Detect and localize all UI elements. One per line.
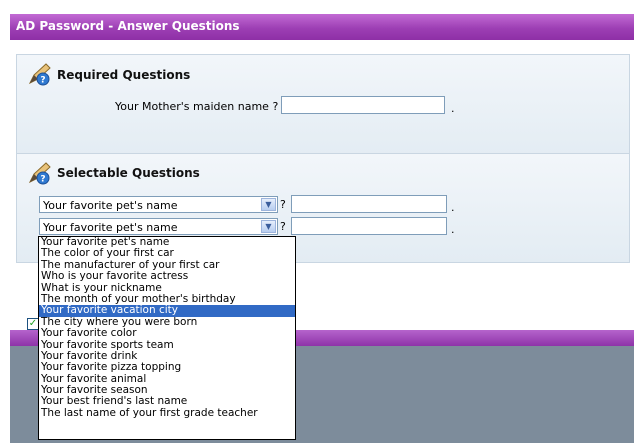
selectable-answer-input-1[interactable] [291,195,447,213]
question-mark-2: ? [280,220,286,233]
chevron-down-icon[interactable]: ▼ [261,198,276,211]
dropdown-option[interactable]: Your favorite pet's name [39,237,295,248]
pencil-question-icon: ? [28,162,51,185]
dropdown-option[interactable]: Your favorite vacation city [39,305,295,317]
dropdown-option[interactable]: Who is your favorite actress [39,271,295,282]
chevron-down-icon[interactable]: ▼ [261,220,276,233]
svg-text:?: ? [40,175,45,185]
selectable-dot-2: . [451,223,455,236]
svg-text:?: ? [40,76,45,86]
selectable-dot-1: . [451,201,455,214]
dropdown-option[interactable]: The month of your mother's birthday [39,294,295,305]
question-select-1[interactable]: Your favorite pet's name ▼ [39,196,278,213]
pencil-question-icon: ? [28,63,51,86]
dropdown-option[interactable]: The last name of your first grade teache… [39,408,295,419]
question-mark-1: ? [280,198,286,211]
required-dot: . [451,102,455,115]
question-dropdown-list[interactable]: Your favorite pet's name The color of you… [38,236,296,440]
dropdown-option[interactable]: Your favorite color [39,328,295,339]
dropdown-option[interactable]: The manufacturer of your first car [39,260,295,271]
mothers-maiden-name-input[interactable] [281,96,445,114]
dropdown-option[interactable]: Your favorite season [39,385,295,396]
dropdown-option[interactable]: Your best friend's last name [39,396,295,407]
window-title-bar: AD Password - Answer Questions [10,14,634,40]
window-title: AD Password - Answer Questions [16,19,240,33]
dropdown-option[interactable]: Your favorite sports team [39,340,295,351]
dropdown-option[interactable]: The color of your first car [39,248,295,259]
question-select-2[interactable]: Your favorite pet's name ▼ [39,218,278,235]
required-questions-section: ? Required Questions Your Mother's maide… [16,54,630,158]
dropdown-option[interactable]: The city where you were born [39,317,295,328]
selectable-answer-input-2[interactable] [291,217,447,235]
mothers-maiden-name-label: Your Mother's maiden name ? [115,100,279,113]
dropdown-option[interactable]: Your favorite animal [39,374,295,385]
selectable-questions-title: Selectable Questions [57,166,200,180]
dropdown-option[interactable]: What is your nickname [39,283,295,294]
dropdown-option[interactable]: Your favorite drink [39,351,295,362]
required-questions-title: Required Questions [57,68,191,82]
dropdown-option[interactable]: Your favorite pizza topping [39,362,295,373]
